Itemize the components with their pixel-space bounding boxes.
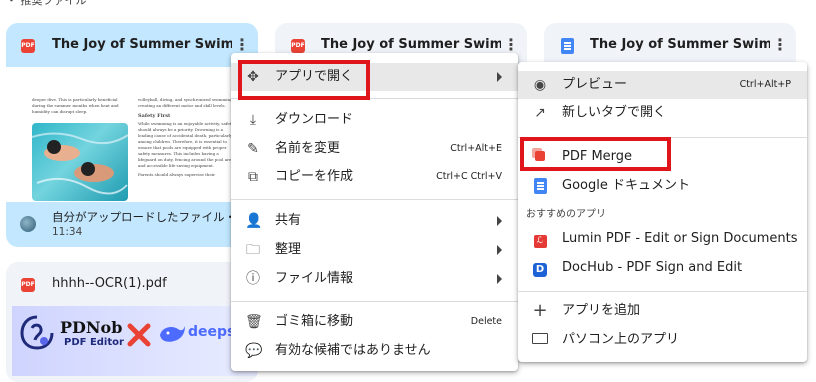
folder-icon: 🗀 <box>246 242 260 258</box>
pdf-file-icon: PDF <box>21 39 35 53</box>
thumb-paragraph: Parents should always supervise their <box>138 172 215 177</box>
thumb-paragraph: While swimming is an enjoyable activity,… <box>138 121 236 168</box>
trash-icon: 🗑 <box>245 314 263 330</box>
menu-item-label: Lumin PDF - Edit or Sign Documents <box>562 231 798 246</box>
thumb-photo <box>32 123 128 201</box>
file-card-title: The Joy of Summer Swimming... <box>590 37 770 52</box>
submenu-item-dochub[interactable]: D DocHub - PDF Sign and Edit <box>518 254 807 282</box>
google-docs-icon <box>561 38 574 54</box>
menu-item-label: 整理 <box>275 242 302 257</box>
uploader-avatar <box>20 216 36 232</box>
file-card-title: The Joy of Summer Swimming(... <box>321 37 501 52</box>
menu-item-rename[interactable]: ✎ 名前を変更 Ctrl+Alt+E <box>231 135 518 163</box>
file-card-time: 11:34 <box>52 226 83 238</box>
rename-icon: ✎ <box>247 141 259 157</box>
feedback-icon: 💬 <box>245 343 263 359</box>
submenu-arrow-icon <box>497 245 502 255</box>
menu-item-download[interactable]: ⤓ ダウンロード <box>231 106 518 134</box>
menu-item-label: アプリを追加 <box>562 303 641 318</box>
plus-icon: + <box>532 300 548 321</box>
pdf-file-icon: PDF <box>291 39 305 53</box>
menu-item-file-info[interactable]: ⓘ ファイル情報 <box>231 265 518 293</box>
menu-item-label: 共有 <box>275 213 302 228</box>
lumin-icon: ℒ <box>532 231 548 248</box>
menu-divider <box>518 291 807 292</box>
menu-item-label: プレビュー <box>562 77 628 92</box>
menu-divider <box>231 199 518 200</box>
section-heading: ・ 推奨ファイル <box>6 0 87 7</box>
menu-item-label: パソコン上のアプリ <box>562 332 680 347</box>
shortcut-hint: Ctrl+C Ctrl+V <box>436 171 502 182</box>
pdnob-brand: PDNob <box>60 318 123 337</box>
highlight-box <box>520 137 671 171</box>
file-card-title: The Joy of Summer Swimming... <box>52 37 232 52</box>
menu-item-label: ゴミ箱に移動 <box>275 314 354 329</box>
thumb-heading: Safety First <box>138 113 171 119</box>
submenu-item-lumin[interactable]: ℒ Lumin PDF - Edit or Sign Documents <box>518 225 807 253</box>
info-icon: ⓘ <box>246 271 260 287</box>
file-card-4[interactable]: PDF hhhh--OCR(1).pdf PDNob PDF Editor de… <box>6 262 258 382</box>
shortcut-hint: Delete <box>470 316 502 327</box>
file-thumbnail: deeper dive. This is particularly benefi… <box>6 67 258 202</box>
menu-item-label: ダウンロード <box>275 112 354 127</box>
swimmers-image <box>32 132 128 195</box>
open-with-submenu: ◉ プレビュー Ctrl+Alt+P ↗ 新しいタブで開く PDF Merge … <box>518 62 807 362</box>
thumb-right-text: volleyball, diving, and synchronized swi… <box>138 97 238 202</box>
menu-item-label: ファイル情報 <box>275 271 354 286</box>
submenu-arrow-icon <box>497 274 502 284</box>
open-in-new-icon: ↗ <box>534 105 546 121</box>
pdf-file-icon: PDF <box>21 278 35 292</box>
menu-item-label: Google ドキュメント <box>562 178 690 193</box>
laptop-icon <box>532 332 548 348</box>
pdnob-logo-icon <box>20 315 54 350</box>
menu-item-label: 名前を変更 <box>275 141 341 156</box>
more-options-icon[interactable]: ⋮ <box>770 35 790 55</box>
copy-icon: ⧉ <box>248 169 258 185</box>
submenu-item-new-tab[interactable]: ↗ 新しいタブで開く <box>518 99 807 127</box>
shortcut-hint: Ctrl+Alt+P <box>739 79 791 90</box>
menu-item-label: 新しいタブで開く <box>562 105 667 120</box>
file-thumbnail: PDNob PDF Editor deepse <box>12 306 258 376</box>
submenu-item-computer-apps[interactable]: パソコン上のアプリ <box>518 326 807 354</box>
google-docs-icon <box>532 178 548 194</box>
submenu-item-add-app[interactable]: + アプリを追加 <box>518 297 807 325</box>
menu-item-label: 有効な候補ではありません <box>275 343 431 358</box>
file-card-1[interactable]: PDF The Joy of Summer Swimming... ⋮ deep… <box>6 23 258 247</box>
dochub-icon: D <box>532 260 548 277</box>
thumb-paragraph: volleyball, diving, and synchronized swi… <box>138 97 234 108</box>
file-card-title: hhhh--OCR(1).pdf <box>52 276 167 291</box>
share-icon: 👤 <box>245 213 263 229</box>
suggested-apps-heading: おすすめのアプリ <box>526 209 606 220</box>
cross-icon <box>127 323 151 347</box>
menu-item-label: DocHub - PDF Sign and Edit <box>562 260 743 275</box>
file-card-caption: 自分がアップロードしたファイル・ <box>52 210 236 224</box>
submenu-item-google-docs[interactable]: Google ドキュメント <box>518 172 807 200</box>
highlight-box <box>238 60 370 100</box>
menu-item-share[interactable]: 👤 共有 <box>231 207 518 235</box>
shortcut-hint: Ctrl+Alt+E <box>450 143 502 154</box>
whale-logo-icon <box>160 326 185 342</box>
thumb-left-text: deeper dive. This is particularly benefi… <box>32 97 119 114</box>
more-options-icon[interactable]: ⋮ <box>232 35 252 55</box>
menu-item-move-to-trash[interactable]: 🗑 ゴミ箱に移動 Delete <box>231 308 518 336</box>
menu-item-not-helpful[interactable]: 💬 有効な候補ではありません <box>231 337 518 365</box>
menu-divider <box>231 301 518 302</box>
submenu-arrow-icon <box>497 216 502 226</box>
submenu-arrow-icon <box>497 72 502 82</box>
eye-icon: ◉ <box>533 77 547 93</box>
submenu-item-preview[interactable]: ◉ プレビュー Ctrl+Alt+P <box>518 71 807 99</box>
more-options-icon[interactable]: ⋮ <box>501 35 521 55</box>
download-icon: ⤓ <box>249 112 257 128</box>
pdnob-subtitle: PDF Editor <box>64 337 124 348</box>
menu-item-organize[interactable]: 🗀 整理 <box>231 236 518 264</box>
menu-item-make-copy[interactable]: ⧉ コピーを作成 Ctrl+C Ctrl+V <box>231 163 518 191</box>
menu-item-label: コピーを作成 <box>275 169 354 184</box>
context-menu: ✥ アプリで開く ⤓ ダウンロード ✎ 名前を変更 Ctrl+Alt+E ⧉ コ… <box>231 53 518 371</box>
